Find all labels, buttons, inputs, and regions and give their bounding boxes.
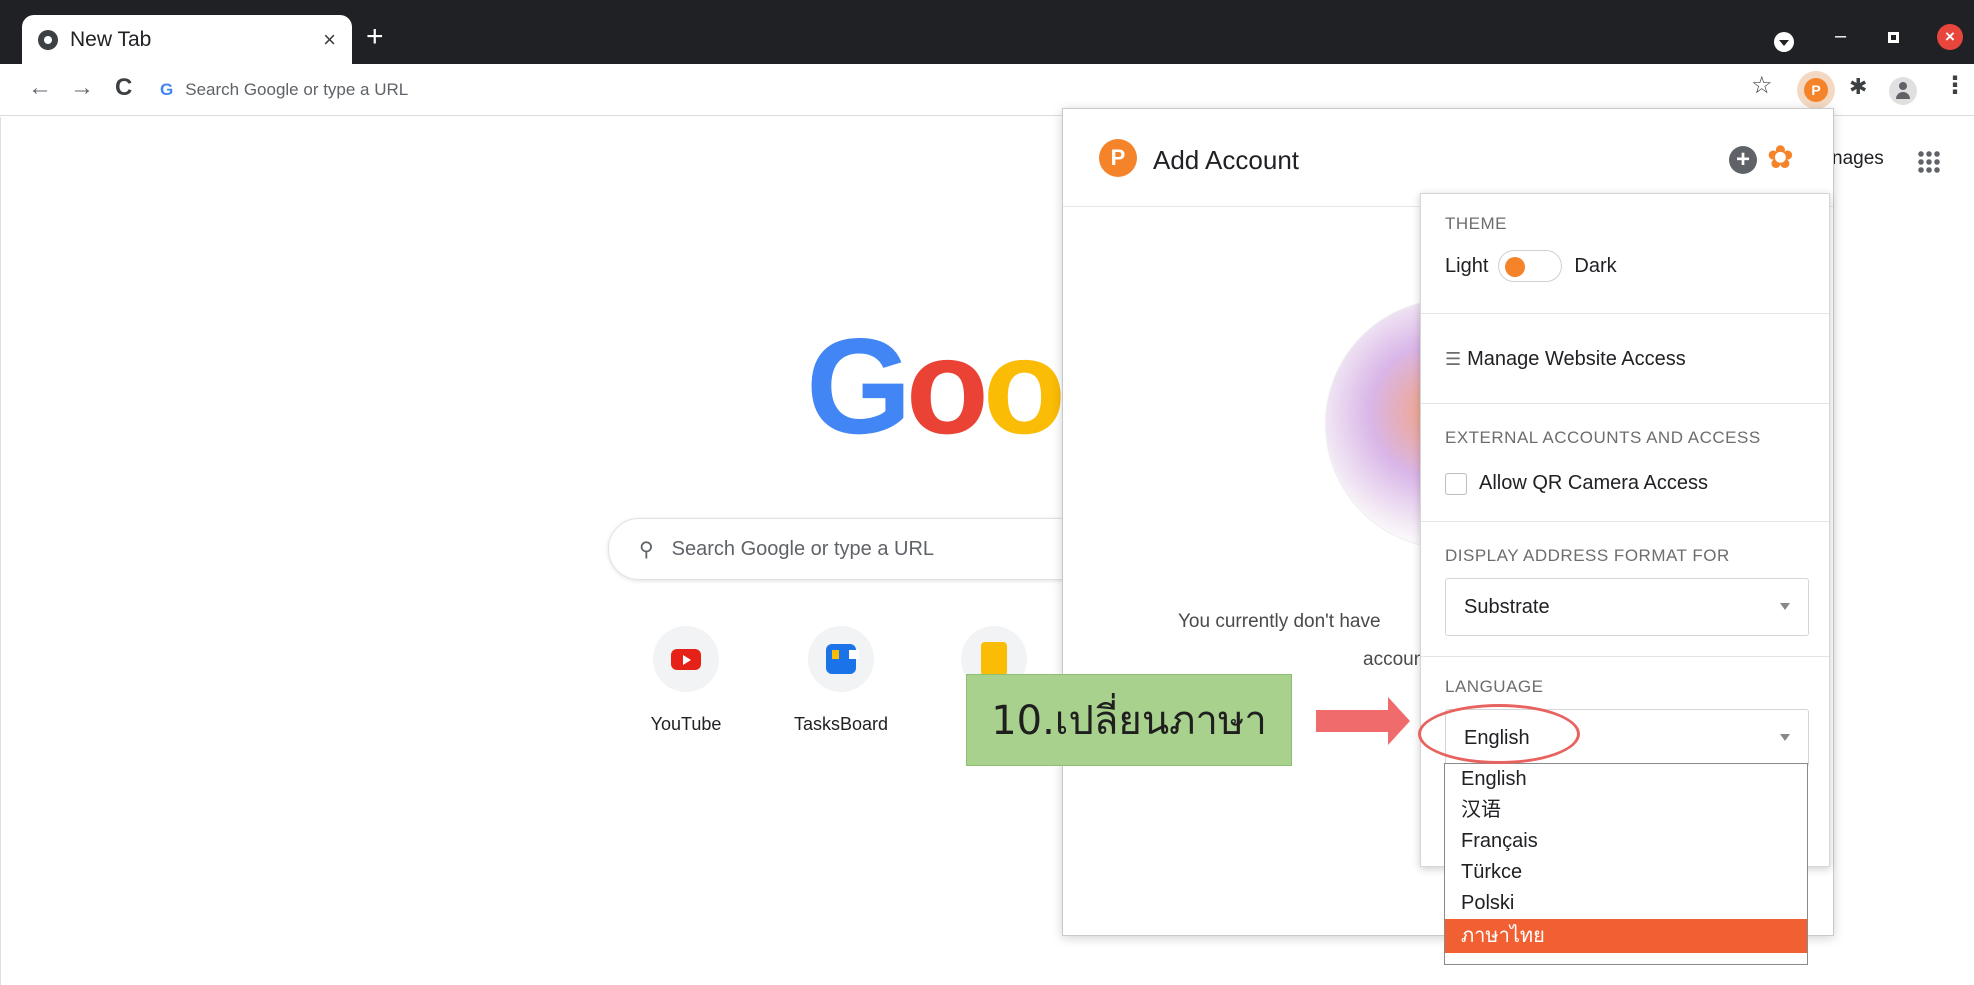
extensions-puzzle-icon[interactable]: ✱ xyxy=(1849,76,1867,98)
theme-toggle[interactable] xyxy=(1498,250,1563,282)
language-option-turkish[interactable]: Türkce xyxy=(1445,857,1807,888)
images-link[interactable]: nages xyxy=(1832,148,1884,170)
theme-switch-row: Light Dark xyxy=(1445,250,1617,282)
reload-icon[interactable]: C xyxy=(115,76,132,100)
chevron-down-icon xyxy=(1780,734,1790,741)
language-option-chinese[interactable]: 汉语 xyxy=(1445,795,1807,826)
language-option-french[interactable]: Français xyxy=(1445,826,1807,857)
menu-kebab-icon[interactable]: ⋮ xyxy=(1943,74,1967,98)
logo-letter: o xyxy=(982,310,1066,462)
shortcut-label: TasksBoard xyxy=(793,714,889,734)
polkadot-extension-button[interactable]: P xyxy=(1797,71,1835,109)
tab-search-icon[interactable] xyxy=(1774,32,1794,52)
popup-title: Add Account xyxy=(1153,145,1299,175)
logo-letter: G xyxy=(806,310,912,462)
step-annotation-label: 10.เปลี่ยนภาษา xyxy=(966,674,1292,766)
language-option-thai[interactable]: ภาษาไทย xyxy=(1445,919,1807,953)
language-option-polish[interactable]: Polski xyxy=(1445,888,1807,919)
ntp-search-placeholder: Search Google or type a URL xyxy=(671,537,935,560)
search-icon: ⚲ xyxy=(639,538,654,561)
address-format-select[interactable]: Substrate xyxy=(1445,578,1809,636)
close-window-button[interactable]: × xyxy=(1937,24,1963,50)
maximize-button[interactable] xyxy=(1888,32,1899,43)
annotation-arrow-icon xyxy=(1316,697,1410,745)
address-heading: DISPLAY ADDRESS FORMAT FOR xyxy=(1445,546,1730,565)
language-heading: LANGUAGE xyxy=(1445,677,1544,696)
external-accounts-section: EXTERNAL ACCOUNTS AND ACCESS Allow QR Ca… xyxy=(1421,404,1829,522)
address-format-section: DISPLAY ADDRESS FORMAT FOR Substrate xyxy=(1421,522,1829,657)
forward-icon[interactable]: → xyxy=(70,76,94,100)
tasksboard-icon xyxy=(808,626,874,692)
minimize-button[interactable]: – xyxy=(1835,26,1846,46)
manage-access-section[interactable]: ☰ Manage Website Access xyxy=(1421,314,1829,404)
google-apps-icon[interactable] xyxy=(1917,150,1941,174)
tab-strip: New Tab × + – × xyxy=(0,0,1974,64)
polkadot-icon: P xyxy=(1804,78,1828,102)
manage-access-label: Manage Website Access xyxy=(1467,348,1686,370)
youtube-icon xyxy=(653,626,719,692)
qr-camera-checkbox[interactable] xyxy=(1445,472,1467,495)
shortcut-youtube[interactable]: YouTube xyxy=(626,626,746,735)
shortcut-tasksboard[interactable]: TasksBoard xyxy=(781,626,901,735)
empty-state-text: You currently don't have xyxy=(1178,611,1381,632)
polkadot-logo-icon: P xyxy=(1099,139,1137,177)
language-options-list: English 汉语 Français Türkce Polski ภาษาไท… xyxy=(1444,763,1808,965)
address-placeholder: Search Google or type a URL xyxy=(185,80,409,99)
logo-letter: o xyxy=(905,310,989,462)
annotation-highlight-circle xyxy=(1418,704,1580,764)
theme-light-label: Light xyxy=(1445,254,1489,277)
google-g-icon: G xyxy=(160,80,174,99)
back-icon[interactable]: ← xyxy=(28,76,52,100)
chrome-icon xyxy=(38,29,58,50)
profile-avatar-icon[interactable] xyxy=(1889,77,1917,105)
tab-new-tab[interactable]: New Tab × xyxy=(22,15,352,64)
bookmark-star-icon[interactable]: ☆ xyxy=(1751,74,1773,98)
qr-camera-row[interactable]: Allow QR Camera Access xyxy=(1445,472,1708,495)
theme-dark-label: Dark xyxy=(1574,254,1617,277)
new-tab-button[interactable]: + xyxy=(366,22,384,52)
address-bar[interactable]: G Search Google or type a URL xyxy=(160,72,1780,108)
shortcut-label: YouTube xyxy=(650,714,722,734)
qr-camera-label: Allow QR Camera Access xyxy=(1479,472,1708,494)
theme-section: THEME Light Dark xyxy=(1421,194,1829,314)
address-format-value: Substrate xyxy=(1464,595,1550,618)
external-heading: EXTERNAL ACCOUNTS AND ACCESS xyxy=(1445,428,1761,447)
manage-website-access[interactable]: ☰ Manage Website Access xyxy=(1445,348,1686,371)
chevron-down-icon xyxy=(1780,603,1790,610)
list-check-icon: ☰ xyxy=(1445,349,1462,369)
add-account-icon[interactable]: + xyxy=(1729,146,1757,174)
tab-close-icon[interactable]: × xyxy=(323,27,336,53)
tab-title: New Tab xyxy=(70,27,152,51)
theme-heading: THEME xyxy=(1445,214,1507,233)
settings-gear-icon[interactable]: ✿ xyxy=(1767,141,1794,173)
language-option-english[interactable]: English xyxy=(1445,764,1807,795)
